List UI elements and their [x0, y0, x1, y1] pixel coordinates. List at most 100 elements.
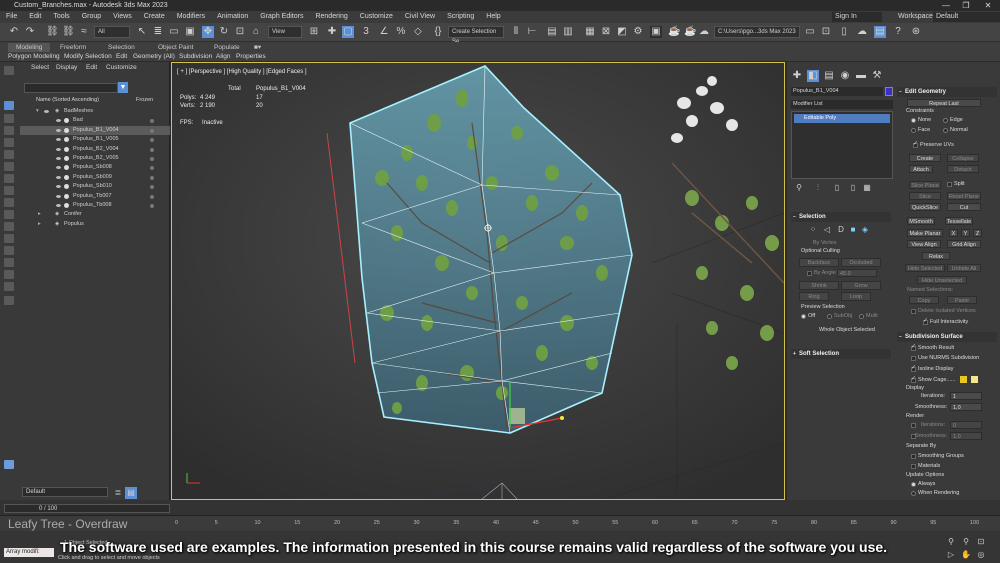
- render-iterations-spinner[interactable]: 0: [950, 421, 982, 429]
- help-icon[interactable]: ?: [892, 26, 904, 38]
- workspace-dropdown[interactable]: Default: [933, 12, 1000, 22]
- filter-icon[interactable]: [4, 66, 14, 75]
- frozen-icon[interactable]: [150, 119, 154, 123]
- frozen-filter-icon[interactable]: [4, 234, 14, 243]
- make-unique-icon[interactable]: ▯: [831, 182, 843, 194]
- redo-icon[interactable]: ↷: [24, 26, 36, 38]
- slice-plane-button[interactable]: Slice Plane: [909, 181, 941, 189]
- toggle-scene-explorer-icon[interactable]: ▤: [546, 26, 558, 38]
- reset-plane-button[interactable]: Reset Plane: [947, 192, 981, 200]
- geometry-filter-icon[interactable]: [4, 114, 14, 123]
- copy-button[interactable]: Copy: [909, 296, 939, 304]
- named-selection-dropdown[interactable]: Create Selection Se: [448, 26, 504, 45]
- bind-space-warp-icon[interactable]: ≈: [78, 26, 90, 38]
- toggle-ribbon-icon[interactable]: ▤: [874, 26, 886, 38]
- update-always-radio[interactable]: [911, 482, 916, 487]
- preview-multi-radio[interactable]: [859, 314, 864, 319]
- select-object-icon[interactable]: ↖: [136, 26, 148, 38]
- frozen-icon[interactable]: [150, 129, 154, 133]
- tab-object-paint[interactable]: Object Paint: [158, 43, 193, 52]
- menu-rendering[interactable]: Rendering: [315, 13, 347, 20]
- undo-icon[interactable]: ↶: [8, 26, 20, 38]
- preview-subobj-radio[interactable]: [827, 314, 832, 319]
- grow-button[interactable]: Grow: [841, 281, 881, 290]
- remove-modifier-icon[interactable]: ▯: [847, 182, 859, 194]
- scene-row[interactable]: Populus_Tb007: [20, 192, 170, 201]
- cameras-filter-icon[interactable]: [4, 150, 14, 159]
- make-planar-button[interactable]: Make Planar: [907, 229, 943, 237]
- open-icon[interactable]: ⊡: [820, 26, 832, 38]
- sort-layers-icon[interactable]: [4, 101, 14, 110]
- subtab-subdivision[interactable]: Subdivision: [179, 53, 212, 61]
- menu-graph-editors[interactable]: Graph Editors: [260, 13, 303, 20]
- by-angle-checkbox[interactable]: [807, 271, 812, 276]
- name-column-header[interactable]: Name (Sorted Ascending): [36, 97, 99, 103]
- use-nurms-checkbox[interactable]: [911, 356, 916, 361]
- isoline-display-checkbox[interactable]: [911, 364, 916, 372]
- hide-unselected-button[interactable]: Hide Unselected: [917, 276, 967, 284]
- maxscript-listener[interactable]: Array modifi:: [4, 548, 54, 557]
- eye-icon[interactable]: [56, 119, 61, 122]
- pivot-icon[interactable]: ⊞: [308, 26, 320, 38]
- scene-row[interactable]: ▾ ◈ BadMeshes: [20, 107, 170, 116]
- field-of-view-icon[interactable]: ▷: [945, 549, 957, 561]
- shrink-button[interactable]: Shrink: [799, 281, 839, 290]
- scene-row[interactable]: Populus_Tb008: [20, 201, 170, 210]
- curve-editor-icon[interactable]: ▦: [584, 26, 596, 38]
- zoom-extents-icon[interactable]: ⊡: [975, 536, 987, 548]
- viewport-label[interactable]: [ + ] [Perspective ] [High Quality ] [Ed…: [177, 69, 307, 75]
- unlink-icon[interactable]: ⛓: [62, 26, 75, 38]
- eye-icon[interactable]: [56, 195, 61, 198]
- scene-menu-display[interactable]: Display: [56, 62, 77, 74]
- render-iterative-icon[interactable]: ☕: [684, 26, 696, 38]
- object-name-field[interactable]: Populus_B1_V004: [791, 87, 883, 96]
- frozen-icon[interactable]: [150, 185, 154, 189]
- layer-options-icon[interactable]: ▤: [125, 487, 137, 499]
- object-color-swatch[interactable]: [885, 87, 893, 96]
- tab-populate[interactable]: Populate: [214, 43, 240, 52]
- window-crossing-icon[interactable]: ▣: [184, 26, 196, 38]
- constraint-edge-radio[interactable]: [943, 118, 948, 123]
- menu-modifiers[interactable]: Modifiers: [177, 13, 205, 20]
- scene-row[interactable]: ▸ ◈ Populus: [20, 220, 170, 229]
- frozen-icon[interactable]: [150, 138, 154, 142]
- split-checkbox[interactable]: [947, 182, 952, 187]
- orbit-icon[interactable]: ◎: [975, 549, 987, 561]
- menu-customize[interactable]: Customize: [360, 13, 393, 20]
- pin-stack-icon[interactable]: ⚲: [793, 182, 805, 194]
- menu-tools[interactable]: Tools: [53, 13, 69, 20]
- smooth-result-checkbox[interactable]: [911, 343, 916, 351]
- settings-icon[interactable]: ⊛: [910, 26, 922, 38]
- subtab-edit[interactable]: Edit: [116, 53, 127, 61]
- loop-button[interactable]: Loop: [841, 292, 871, 301]
- containers-filter-icon[interactable]: [4, 222, 14, 231]
- find-icon[interactable]: [4, 296, 14, 305]
- scene-row[interactable]: ▸ ◈ Conifer: [20, 210, 170, 219]
- backface-button[interactable]: Backface: [799, 258, 839, 267]
- menu-group[interactable]: Group: [82, 13, 101, 20]
- layer-explorer-icon[interactable]: ▥: [562, 26, 574, 38]
- maximize-icon[interactable]: ❐: [955, 0, 977, 11]
- scene-row[interactable]: Populus_B1_V005: [20, 135, 170, 144]
- quickslice-button[interactable]: QuickSlice: [909, 203, 941, 211]
- xrefs-filter-icon[interactable]: [4, 198, 14, 207]
- edit-geometry-rollout-header[interactable]: − Edit Geometry: [897, 87, 997, 97]
- subdivision-rollout-header[interactable]: − Subdivision Surface: [897, 332, 997, 342]
- eye-icon[interactable]: [56, 176, 61, 179]
- frozen-icon[interactable]: [150, 157, 154, 161]
- link-icon[interactable]: ⛓: [46, 26, 59, 38]
- sign-in-button[interactable]: Sign In: [832, 12, 882, 22]
- eye-icon[interactable]: [56, 138, 61, 141]
- scene-search-input[interactable]: [24, 83, 118, 93]
- menu-civil-view[interactable]: Civil View: [405, 13, 435, 20]
- percent-snap-icon[interactable]: %: [395, 26, 407, 38]
- select-by-name-icon[interactable]: ≣: [152, 26, 164, 38]
- selection-filter-dropdown[interactable]: All: [94, 26, 130, 38]
- shapes-filter-icon[interactable]: [4, 126, 14, 135]
- schematic-view-icon[interactable]: ⊠: [600, 26, 612, 38]
- tessellate-button[interactable]: Tessellate: [945, 217, 973, 225]
- move-icon[interactable]: ✥: [202, 26, 214, 38]
- eye-icon[interactable]: [56, 204, 61, 207]
- hide-selected-button[interactable]: Hide Selected: [905, 264, 945, 272]
- time-slider[interactable]: 0 / 100: [4, 504, 170, 513]
